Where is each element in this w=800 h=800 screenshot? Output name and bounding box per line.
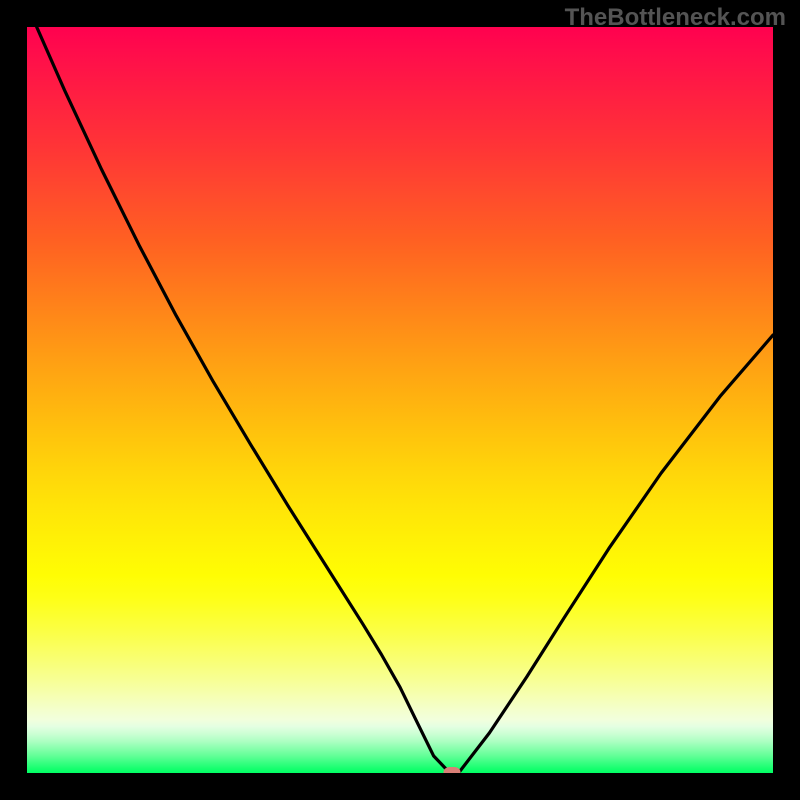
optimal-point-marker <box>444 767 461 773</box>
plot-area <box>27 27 773 773</box>
chart-frame: TheBottleneck.com <box>0 0 800 800</box>
bottleneck-curve <box>27 27 773 773</box>
